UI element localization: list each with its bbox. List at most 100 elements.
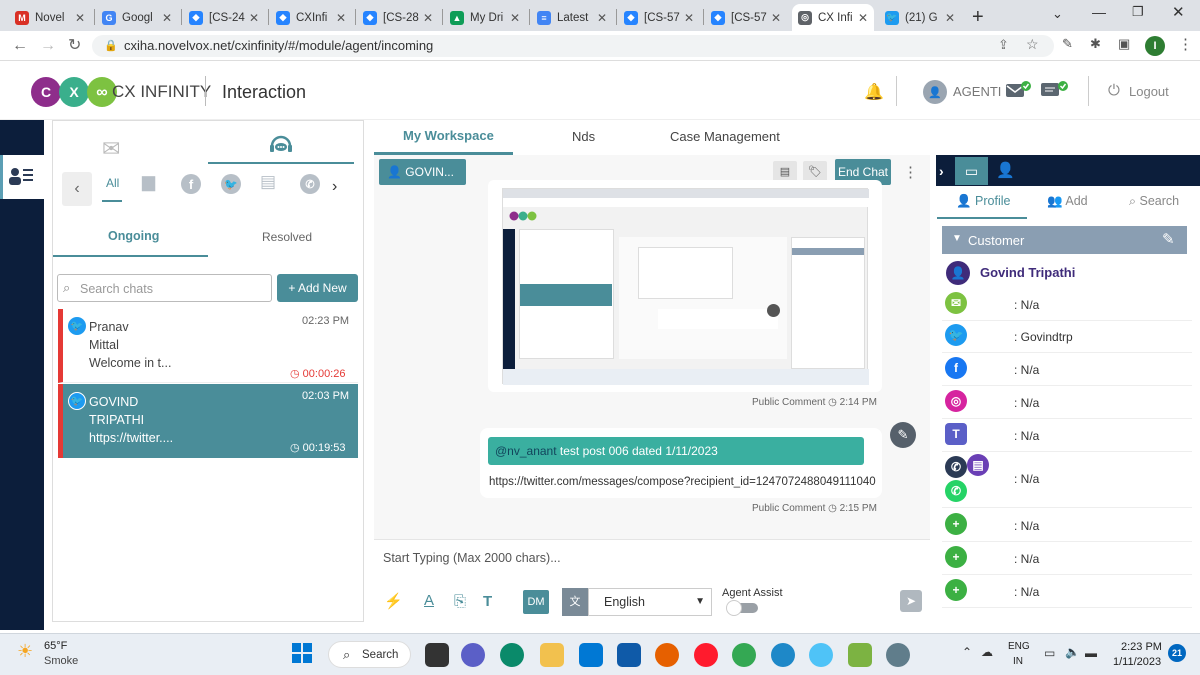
opera-icon[interactable] bbox=[694, 643, 718, 667]
tweet-handle[interactable]: @nv_anant bbox=[495, 444, 557, 458]
browser-tab[interactable]: ◆ [CS-57 ✕ bbox=[618, 4, 700, 31]
browser-tab[interactable]: G Googl ✕ bbox=[96, 4, 178, 31]
tab-close-icon[interactable]: ✕ bbox=[162, 11, 172, 25]
image-message[interactable] bbox=[488, 180, 882, 392]
edge-beta-icon[interactable] bbox=[771, 643, 795, 667]
tab-close-icon[interactable]: ✕ bbox=[945, 11, 955, 25]
mail-status-icon[interactable] bbox=[1005, 80, 1031, 100]
teams-icon[interactable]: T bbox=[945, 423, 967, 445]
tab-resolved[interactable]: Resolved bbox=[262, 230, 312, 244]
message-input[interactable]: Start Typing (Max 2000 chars)... bbox=[383, 551, 561, 565]
tab-close-icon[interactable]: ✕ bbox=[510, 11, 520, 25]
instagram-icon[interactable]: ◎ bbox=[945, 390, 967, 412]
chat-status-icon[interactable] bbox=[1040, 80, 1070, 100]
agent-name[interactable]: AGENTI bbox=[953, 84, 1001, 99]
phone-whatsapp-icon[interactable]: ✆ bbox=[945, 480, 967, 502]
channel-next-button[interactable]: › bbox=[332, 178, 337, 196]
tab-close-icon[interactable]: ✕ bbox=[858, 11, 868, 25]
collapse-panel-icon[interactable]: › bbox=[939, 163, 944, 179]
tab-close-icon[interactable]: ✕ bbox=[249, 11, 259, 25]
language-select[interactable]: English ▼ bbox=[588, 588, 712, 616]
sidebar-item-agent-workspace[interactable] bbox=[0, 155, 44, 199]
maximize-button[interactable]: ❐ bbox=[1132, 4, 1144, 20]
profile-avatar[interactable]: I bbox=[1145, 36, 1165, 56]
address-bar[interactable]: 🔒 cxiha.novelvox.net/cxinfinity/#/module… bbox=[92, 35, 1054, 57]
browser-tab[interactable]: ◎ CX Infi ✕ bbox=[792, 4, 874, 31]
language-in[interactable]: IN bbox=[1013, 656, 1023, 667]
file-explorer-icon[interactable] bbox=[540, 643, 564, 667]
onedrive-icon[interactable]: ☁ bbox=[981, 645, 993, 659]
dm-button[interactable]: DM bbox=[523, 590, 549, 614]
chevron-up-icon[interactable]: ⌃ bbox=[962, 645, 972, 659]
chat-list-item-selected[interactable]: 🐦 GOVIND TRIPATHI https://twitter.... 02… bbox=[58, 384, 358, 458]
browser-tab[interactable]: ◆ CXInfi ✕ bbox=[270, 4, 352, 31]
tab-close-icon[interactable]: ✕ bbox=[75, 11, 85, 25]
new-tab-button[interactable]: + bbox=[972, 2, 984, 32]
add-new-button[interactable]: + Add New bbox=[277, 274, 358, 302]
add-icon[interactable]: + bbox=[945, 579, 967, 601]
tab-my-workspace[interactable]: My Workspace bbox=[403, 128, 494, 143]
network-icon[interactable]: ▭ bbox=[1044, 646, 1055, 660]
agent-assist-toggle[interactable] bbox=[726, 600, 758, 616]
share-icon[interactable]: ⇪ bbox=[998, 37, 1009, 53]
tab-ongoing[interactable]: Ongoing bbox=[108, 229, 159, 243]
firefox-icon[interactable] bbox=[655, 643, 679, 667]
facebook-filter-icon[interactable]: f bbox=[181, 174, 201, 194]
mail-icon[interactable] bbox=[617, 643, 641, 667]
taskbar-search[interactable]: ⌕ Search bbox=[328, 641, 411, 668]
sidepanel-icon[interactable]: ▣ bbox=[1118, 36, 1130, 52]
notification-badge[interactable]: 21 bbox=[1168, 644, 1186, 662]
tab-close-icon[interactable]: ✕ bbox=[423, 11, 433, 25]
forward-button[interactable]: → bbox=[40, 31, 56, 61]
bookmark-star-icon[interactable]: ☆ bbox=[1026, 36, 1039, 53]
tab-close-icon[interactable]: ✕ bbox=[336, 11, 346, 25]
tab-profile[interactable]: 👤 Profile bbox=[956, 194, 1010, 209]
tab-search-icon[interactable]: ⌄ bbox=[1052, 6, 1063, 22]
user-settings-icon[interactable]: 👤 bbox=[996, 161, 1015, 179]
tab-search[interactable]: ⌕ Search bbox=[1129, 194, 1179, 209]
add-icon[interactable]: + bbox=[945, 513, 967, 535]
sms-icon[interactable]: ▤ bbox=[967, 454, 989, 476]
browser-tab[interactable]: ◆ [CS-28 ✕ bbox=[357, 4, 439, 31]
chat-bubbles-icon[interactable]: ▆ bbox=[142, 172, 155, 192]
clock-date[interactable]: 1/11/2023 bbox=[1113, 656, 1161, 668]
tab-add[interactable]: 👥 Add bbox=[1047, 194, 1088, 209]
more-options-icon[interactable]: ⋮ bbox=[903, 163, 918, 181]
close-window-button[interactable]: ✕ bbox=[1172, 3, 1185, 21]
settings-gear-icon[interactable] bbox=[886, 643, 910, 667]
agent-avatar[interactable]: 👤 bbox=[923, 80, 947, 104]
logout-link[interactable]: Logout bbox=[1129, 84, 1169, 99]
weather-temp[interactable]: 65°F bbox=[44, 640, 67, 652]
maps-icon[interactable] bbox=[809, 643, 833, 667]
volume-icon[interactable]: 🔈 bbox=[1065, 645, 1080, 659]
tab-close-icon[interactable]: ✕ bbox=[771, 11, 781, 25]
edge-icon[interactable] bbox=[500, 643, 524, 667]
task-view-icon[interactable] bbox=[425, 643, 449, 667]
text-format-icon[interactable]: T bbox=[483, 593, 492, 610]
phone-icon[interactable]: ✆ bbox=[945, 456, 967, 478]
extensions-icon[interactable]: ✱ bbox=[1090, 36, 1101, 52]
tweet-message[interactable]: @nv_anant test post 006 dated 1/11/2023 … bbox=[480, 428, 882, 498]
tab-close-icon[interactable]: ✕ bbox=[684, 11, 694, 25]
minimize-button[interactable]: — bbox=[1092, 4, 1106, 20]
search-chats-input[interactable]: ⌕ Search chats bbox=[57, 274, 272, 302]
browser-tab[interactable]: ◆ [CS-24 ✕ bbox=[183, 4, 265, 31]
send-button[interactable]: ➤ bbox=[900, 590, 922, 612]
weather-desc[interactable]: Smoke bbox=[44, 655, 78, 667]
battery-icon[interactable]: ▬ bbox=[1085, 646, 1097, 660]
email-channel-icon[interactable]: ✉ bbox=[102, 136, 120, 162]
chat-headset-icon[interactable] bbox=[266, 132, 296, 158]
clock-time[interactable]: 2:23 PM bbox=[1121, 641, 1162, 653]
contact-card-icon[interactable]: ▭ bbox=[955, 157, 988, 185]
tab-case-management[interactable]: Case Management bbox=[670, 129, 780, 144]
menu-icon[interactable]: ⋮ bbox=[1178, 35, 1193, 53]
tab-nds[interactable]: Nds bbox=[572, 129, 595, 144]
browser-tab[interactable]: ≡ Latest ✕ bbox=[531, 4, 613, 31]
translate-icon[interactable]: 文 bbox=[562, 588, 588, 616]
teams-icon[interactable] bbox=[461, 643, 485, 667]
language-eng[interactable]: ENG bbox=[1008, 641, 1030, 652]
whatsapp-filter-icon[interactable]: ✆ bbox=[300, 174, 320, 194]
message-filter-icon[interactable]: ▤ bbox=[260, 172, 276, 192]
power-icon[interactable]: ⏻ bbox=[1108, 82, 1120, 99]
facebook-icon[interactable]: f bbox=[945, 357, 967, 379]
